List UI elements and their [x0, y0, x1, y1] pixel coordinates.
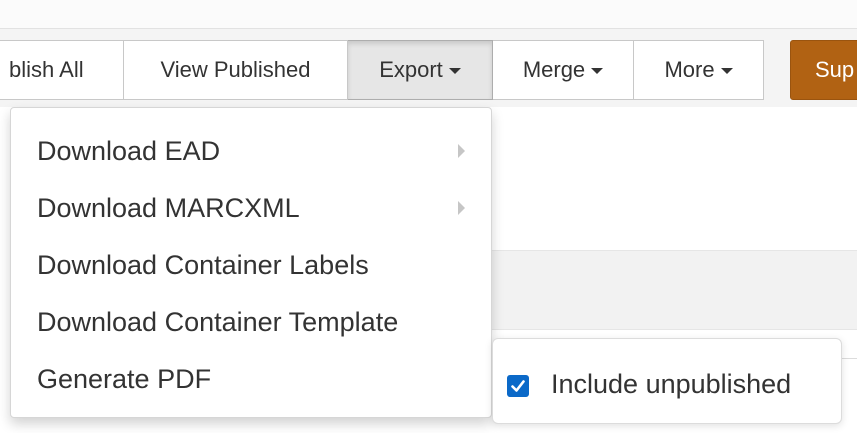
export-dropdown-button[interactable]: Export — [348, 40, 493, 100]
menu-item-label: Download Container Labels — [37, 249, 369, 280]
export-dropdown-menu: Download EAD Download MARCXML Download C… — [10, 107, 492, 418]
merge-label: Merge — [522, 57, 586, 82]
publish-all-label: blish All — [9, 57, 84, 82]
publish-all-button[interactable]: blish All — [0, 40, 124, 100]
content-band — [490, 250, 857, 330]
menu-item-download-marcxml[interactable]: Download MARCXML — [11, 179, 491, 237]
caret-down-icon — [591, 68, 604, 74]
caret-down-icon — [448, 68, 461, 74]
menu-item-download-container-template[interactable]: Download Container Template — [11, 293, 491, 351]
view-published-label: View Published — [160, 57, 311, 82]
chevron-right-icon — [458, 201, 465, 215]
menu-item-download-container-labels[interactable]: Download Container Labels — [11, 236, 491, 294]
menu-item-download-ead[interactable]: Download EAD — [11, 122, 491, 180]
menu-item-label: Download Container Template — [37, 306, 399, 337]
menu-item-label: Download EAD — [37, 135, 221, 166]
support-button[interactable]: Sup — [790, 40, 857, 100]
support-label: Sup — [815, 57, 855, 82]
checkmark-icon — [511, 380, 525, 392]
menu-item-generate-pdf[interactable]: Generate PDF — [11, 350, 491, 408]
top-strip — [0, 0, 857, 29]
divider — [840, 358, 857, 359]
export-label: Export — [379, 57, 443, 82]
include-unpublished-label: Include unpublished — [551, 369, 792, 399]
more-dropdown-button[interactable]: More — [634, 40, 764, 100]
menu-item-label: Generate PDF — [37, 363, 212, 394]
caret-down-icon — [720, 68, 733, 74]
include-unpublished-checkbox[interactable] — [507, 375, 529, 397]
menu-item-label: Download MARCXML — [37, 192, 300, 223]
merge-dropdown-button[interactable]: Merge — [493, 40, 634, 100]
view-published-button[interactable]: View Published — [124, 40, 348, 100]
more-label: More — [664, 57, 715, 82]
chevron-right-icon — [458, 144, 465, 158]
include-unpublished-option: Include unpublished — [492, 338, 842, 424]
